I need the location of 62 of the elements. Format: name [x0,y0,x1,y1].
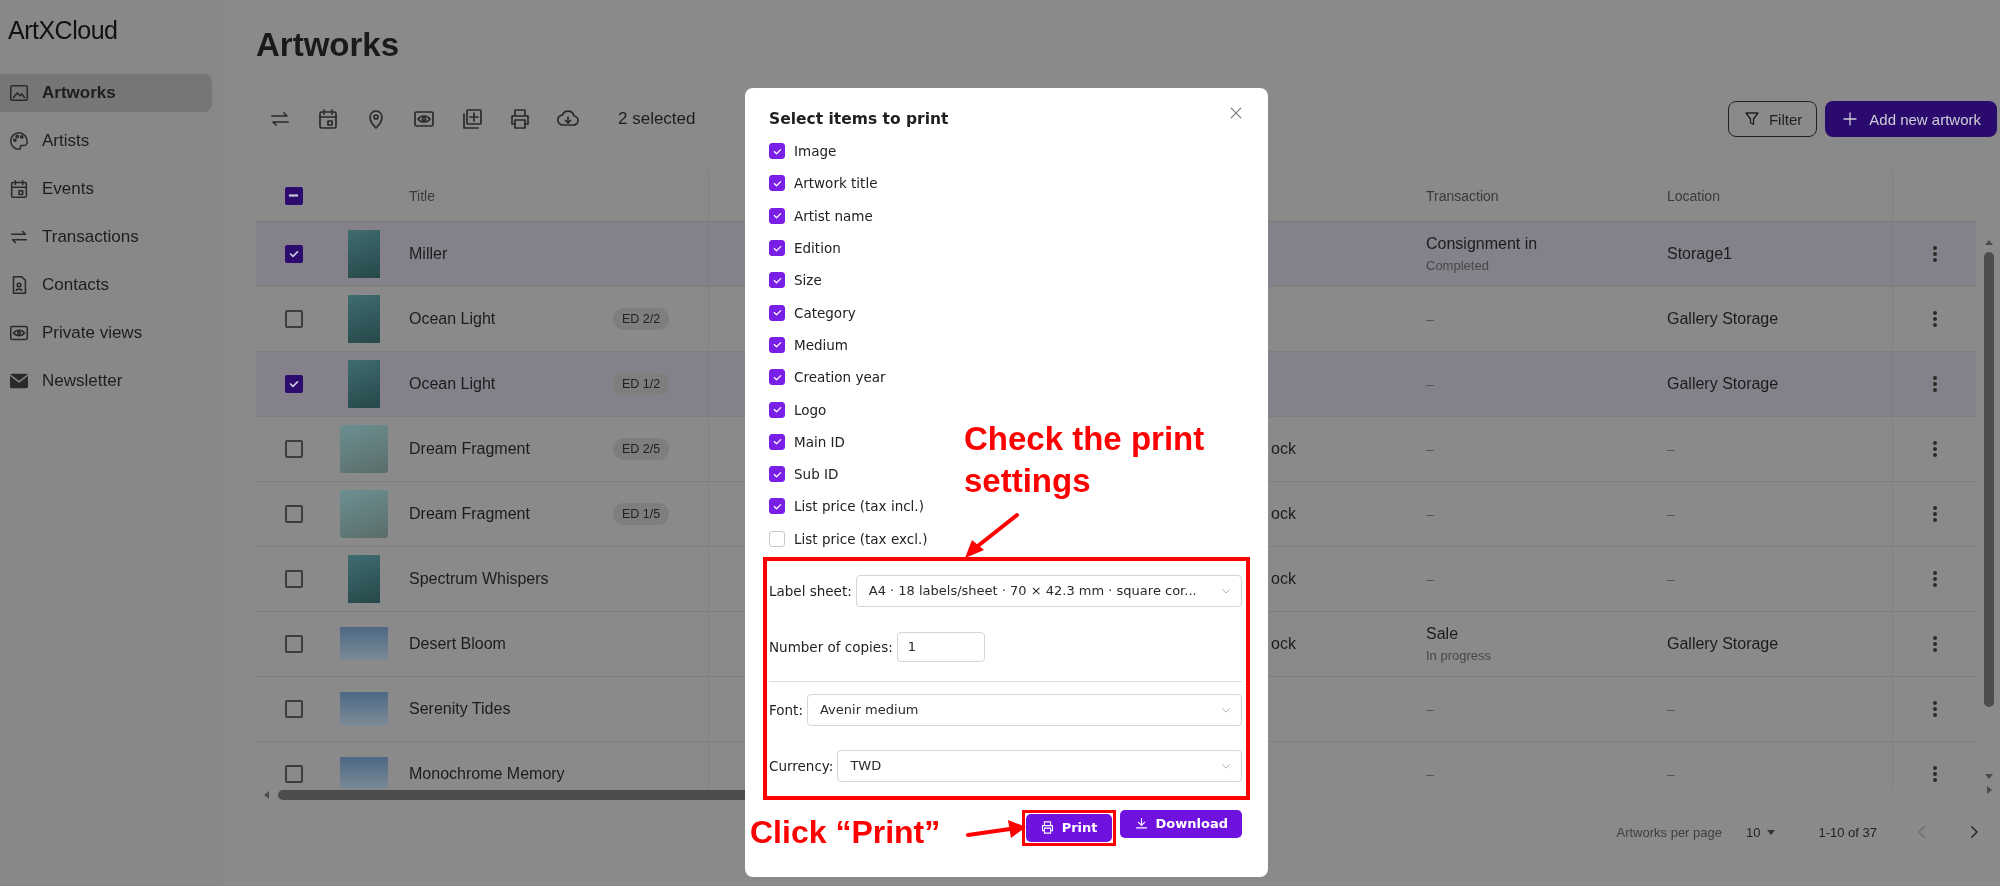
table-cell: Dream Fragment [409,505,530,523]
status-text: Completed [1426,258,1490,273]
table-cell: – [1426,311,1434,327]
edition-tag: ED 2/5 [613,438,670,460]
logo: ArtXCloud [7,15,119,46]
checkbox-label: Category [794,304,856,321]
table-cell: – [1667,506,1675,522]
edition-tag: ED 2/2 [613,308,670,330]
table-cell: – [1426,701,1434,717]
table-cell: Ocean Light [409,375,496,393]
table-cell: Dream Fragment [409,440,530,458]
per-page-label: Artworks per page [1616,824,1722,840]
table-cell: Gallery Storage [1667,310,1779,328]
table-cell: – [1426,571,1434,587]
table-cell: ock [1271,505,1296,523]
checkbox-label: Size [794,272,822,289]
table-cell: Ocean Light [409,310,496,328]
table-cell: Gallery Storage [1667,635,1779,653]
table-cell: ock [1271,440,1296,458]
checkbox-label: Medium [794,336,848,353]
table-cell: Storage1 [1667,245,1732,263]
field-label: Number of copies: [769,638,893,655]
table-cell: Gallery Storage [1667,375,1779,393]
table-cell: – [1667,571,1675,587]
selection-count: 2 selected [618,109,696,129]
table-cell: Monochrome Memory [409,765,565,783]
field-label: Font: [769,701,803,718]
table-cell: – [1426,441,1434,457]
table-cell: – [1667,701,1675,717]
annotation-text: Check the print settings [964,419,1206,501]
checkbox-label: Sub ID [794,466,839,483]
table-cell: Serenity Tides [409,700,511,718]
table-cell: ock [1271,570,1296,588]
edition-tag: ED 1/2 [613,373,670,395]
dialog-title: Select items to print [769,110,949,128]
checkbox-label: Artwork title [794,175,878,192]
annotation-text: Click “Print” [750,813,941,852]
checkbox-label: Artist name [794,207,873,224]
edition-tag: ED 1/5 [613,503,670,525]
checkbox-label: Logo [794,401,827,418]
table-cell: Miller [409,245,448,263]
checkbox-label: Main ID [794,433,845,450]
table-cell: Spectrum Whispers [409,570,549,588]
table-cell: – [1667,441,1675,457]
table-cell: Consignment in [1426,235,1538,253]
table-cell: – [1426,766,1434,782]
checkbox-label: Image [794,143,837,160]
table-cell: ock [1271,635,1296,653]
field-label: Currency: [769,757,834,774]
page-range: 1-10 of 37 [1818,824,1877,840]
checkbox-label: Edition [794,240,841,257]
table-cell: – [1667,766,1675,782]
status-text: In progress [1426,648,1492,663]
checkbox-label: List price (tax excl.) [794,530,928,547]
table-cell: – [1426,376,1434,392]
checkbox-label: List price (tax incl.) [794,498,924,515]
checkbox-label: Creation year [794,369,886,386]
table-cell: Desert Bloom [409,635,506,653]
page-title: Artworks [256,25,401,65]
table-cell: – [1426,506,1434,522]
table-cell-text: Sale [1426,625,1460,643]
field-label: Label sheet: [769,582,852,599]
